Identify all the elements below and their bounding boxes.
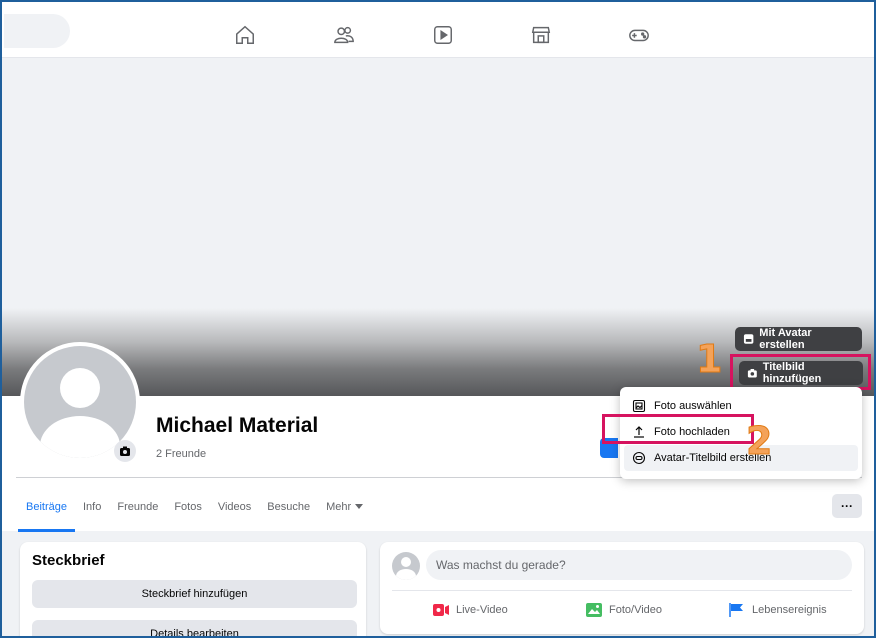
avatar-cover-icon (743, 334, 754, 344)
profile-tabs: Beiträge Info Freunde Fotos Videos Besuc… (18, 492, 371, 532)
tab-videos[interactable]: Videos (210, 492, 259, 522)
live-video-button[interactable]: Live-Video (432, 598, 508, 622)
image-select-icon (632, 399, 646, 413)
create-avatar-cover-button[interactable]: Mit Avatar erstellen (735, 327, 862, 351)
gaming-icon[interactable] (628, 24, 650, 46)
photo-icon (586, 603, 602, 617)
highlight-box-upload-photo (602, 414, 754, 444)
camera-icon (120, 446, 130, 456)
screenshot-frame: Mit Avatar erstellen Titelbild hinzufüge… (0, 0, 876, 638)
divider (392, 590, 852, 591)
highlight-box-add-cover (730, 354, 871, 390)
intro-card-title: Steckbrief (32, 552, 105, 569)
watch-icon[interactable] (432, 24, 454, 46)
tab-friends[interactable]: Freunde (109, 492, 166, 522)
life-event-label: Lebensereignis (752, 604, 827, 616)
photo-video-label: Foto/Video (609, 604, 663, 616)
post-composer: Was machst du gerade? Live-Video Foto/Vi… (380, 542, 864, 634)
edit-details-button[interactable]: Details bearbeiten (32, 620, 357, 636)
tab-checkins[interactable]: Besuche (259, 492, 318, 522)
more-options-button[interactable]: ··· (832, 494, 862, 518)
intro-card: Steckbrief Steckbrief hinzufügen Details… (20, 542, 366, 636)
profile-name: Michael Material (156, 414, 319, 437)
live-video-label: Live-Video (456, 604, 508, 616)
avatar-icon (632, 451, 646, 465)
create-avatar-cover-label: Mit Avatar erstellen (759, 327, 812, 351)
tab-posts[interactable]: Beiträge (18, 492, 75, 532)
live-video-icon (433, 604, 449, 616)
menu-item-label: Foto auswählen (654, 400, 732, 412)
add-bio-button[interactable]: Steckbrief hinzufügen (32, 580, 357, 608)
callout-number-2: 2 (745, 419, 773, 463)
flag-icon (729, 603, 743, 617)
tab-more-label: Mehr (326, 501, 352, 513)
caret-down-icon (355, 504, 364, 509)
marketplace-icon[interactable] (530, 24, 552, 46)
avatar-camera-button[interactable] (114, 440, 136, 462)
callout-number-1: 1 (695, 337, 723, 381)
top-navigation-bar (2, 2, 874, 58)
home-icon[interactable] (234, 24, 256, 46)
photo-video-button[interactable]: Foto/Video (585, 598, 662, 622)
friends-icon[interactable] (333, 24, 355, 46)
friends-count[interactable]: 2 Freunde (156, 448, 206, 460)
life-event-button[interactable]: Lebensereignis (728, 598, 827, 622)
tab-photos[interactable]: Fotos (166, 492, 210, 522)
menu-item-avatar-cover[interactable]: Avatar-Titelbild erstellen (624, 445, 858, 471)
search-field[interactable] (4, 14, 70, 48)
composer-avatar[interactable] (392, 552, 420, 580)
status-input[interactable]: Was machst du gerade? (426, 550, 852, 580)
tab-info[interactable]: Info (75, 492, 109, 522)
tab-more[interactable]: Mehr (318, 492, 371, 522)
